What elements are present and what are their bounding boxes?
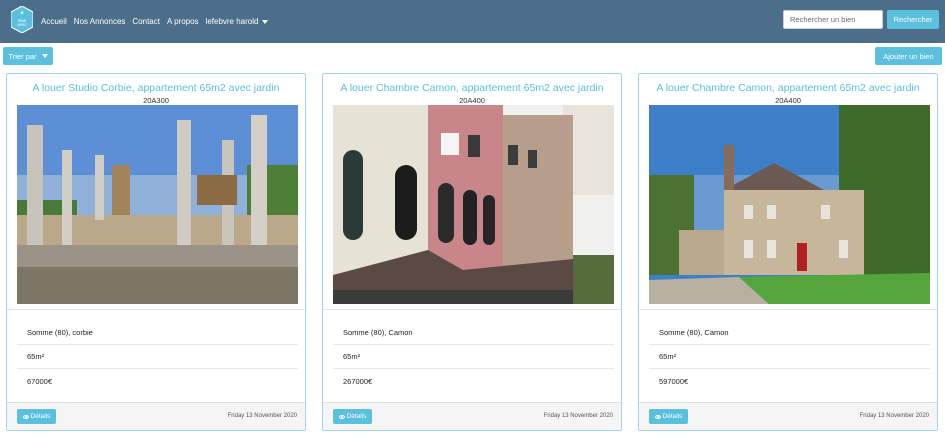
details-button[interactable]: Détails (333, 409, 372, 424)
card-price: 267000€ (343, 376, 373, 386)
card-reference: 20A400 (775, 96, 801, 105)
row-houses-photo (333, 105, 614, 304)
user-menu[interactable]: lefebvre harold (206, 17, 269, 26)
card-title[interactable]: A louer Chambre Camon, appartement 65m2 … (639, 82, 937, 94)
card-divider (323, 309, 621, 310)
nav-link-accueil[interactable]: Accueil (41, 17, 67, 26)
card-footer: Détails Friday 13 November 2020 (323, 402, 621, 430)
nav-link-contact[interactable]: Contact (132, 17, 160, 26)
card-location: Somme (80), Camon (333, 321, 614, 345)
card-area: 65m² (17, 345, 298, 369)
details-button[interactable]: Détails (17, 409, 56, 424)
property-card: A louer Chambre Camon, appartement 65m2 … (322, 73, 622, 431)
search-input[interactable] (783, 10, 883, 29)
card-divider (7, 309, 305, 310)
card-date: Friday 13 November 2020 (543, 413, 613, 419)
details-label: Détails (30, 413, 51, 420)
brick-house-photo (649, 105, 930, 304)
card-location: Somme (80), Camon (649, 321, 930, 345)
card-title[interactable]: A louer Chambre Camon, appartement 65m2 … (323, 82, 621, 94)
caret-down-icon (41, 54, 48, 58)
property-photo[interactable] (17, 105, 298, 304)
card-title[interactable]: A louer Studio Corbie, appartement 65m2 … (7, 82, 305, 94)
nav-link-annonces[interactable]: Nos Annonces (74, 17, 126, 26)
card-footer: Détails Friday 13 November 2020 (639, 402, 937, 430)
caret-down-icon (262, 19, 269, 24)
user-menu-label: lefebvre harold (205, 17, 259, 26)
nav-links: Accueil Nos Annonces Contact A propos le… (41, 0, 275, 43)
card-reference: 20A300 (143, 96, 169, 105)
eye-icon (654, 414, 661, 419)
card-divider (639, 309, 937, 310)
eye-icon (338, 414, 345, 419)
navbar: ✦ BRAB IMMO Accueil Nos Annonces Contact… (0, 0, 945, 43)
property-card: A louer Chambre Camon, appartement 65m2 … (638, 73, 938, 431)
card-footer: Détails Friday 13 November 2020 (7, 402, 305, 430)
svg-text:✦: ✦ (19, 10, 24, 17)
card-area: 65m² (649, 345, 930, 369)
svg-text:IMMO: IMMO (18, 23, 27, 27)
sort-label: Trier par (8, 51, 37, 61)
sort-dropdown-button[interactable]: Trier par (3, 47, 53, 65)
card-price: 597000€ (659, 376, 689, 386)
card-location: Somme (80), corbie (17, 321, 298, 345)
add-property-button[interactable]: Ajouter un bien (875, 47, 942, 65)
details-label: Détails (662, 413, 683, 420)
logo-shield-icon: ✦ BRAB IMMO (10, 5, 34, 34)
construction-site-photo (17, 105, 298, 304)
card-date: Friday 13 November 2020 (859, 413, 929, 419)
brand-logo[interactable]: ✦ BRAB IMMO (10, 5, 34, 34)
card-reference: 20A400 (459, 96, 485, 105)
card-date: Friday 13 November 2020 (227, 413, 297, 419)
property-photo[interactable] (649, 105, 930, 304)
details-label: Détails (346, 413, 367, 420)
card-area: 65m² (333, 345, 614, 369)
card-price: 67000€ (27, 376, 53, 386)
nav-link-apropos[interactable]: A propos (167, 17, 199, 26)
search-button[interactable]: Rechercher (887, 10, 939, 29)
property-card: A louer Studio Corbie, appartement 65m2 … (6, 73, 306, 431)
property-photo[interactable] (333, 105, 614, 304)
details-button[interactable]: Détails (649, 409, 688, 424)
eye-icon (22, 414, 29, 419)
